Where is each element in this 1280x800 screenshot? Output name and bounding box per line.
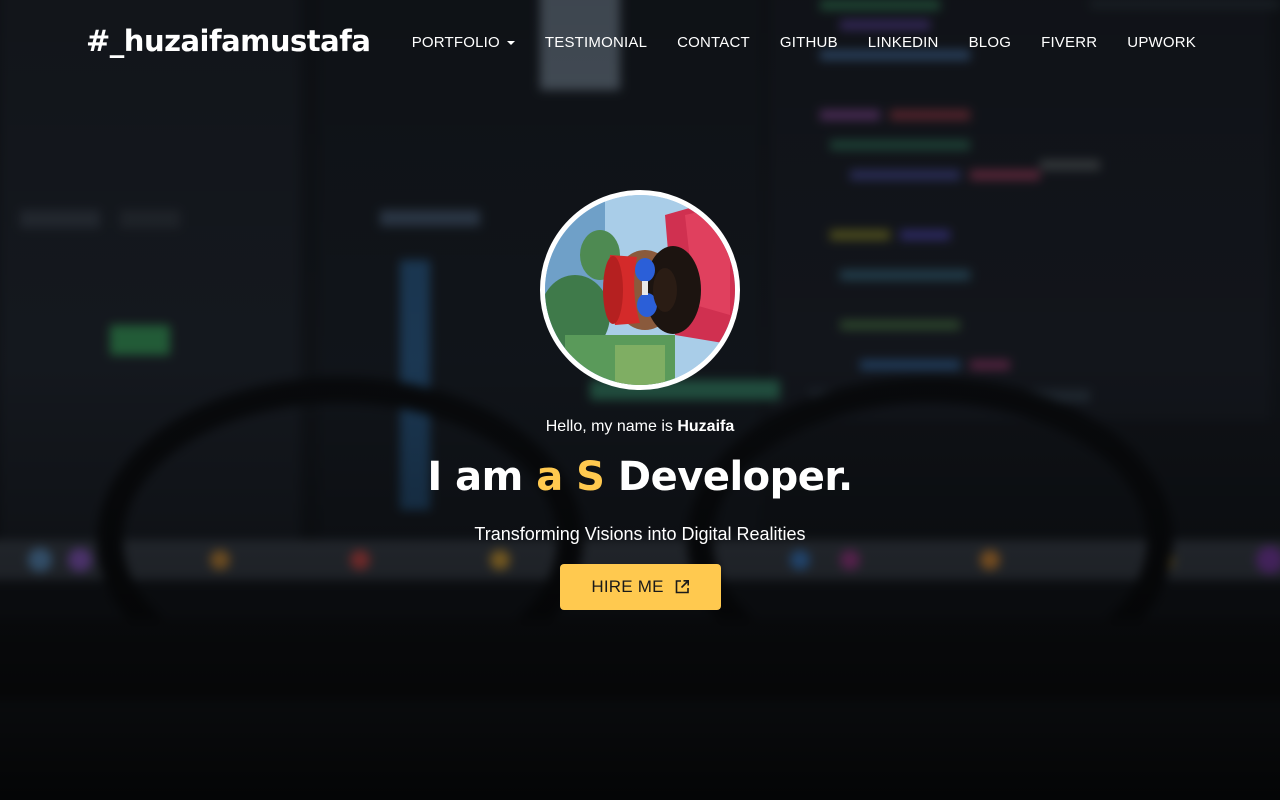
nav-item-blog[interactable]: BLOG [969, 34, 1011, 51]
hire-me-button[interactable]: HIRE ME [560, 564, 721, 610]
hire-me-label: HIRE ME [591, 577, 664, 596]
nav-item-github[interactable]: GITHUB [780, 34, 838, 51]
nav-item-testimonial[interactable]: TESTIMONIAL [545, 34, 647, 51]
nav-item-contact[interactable]: CONTACT [677, 34, 750, 51]
main-nav: PORTFOLIO TESTIMONIAL CONTACT GITHUB LIN… [412, 34, 1196, 51]
nav-item-label: TESTIMONIAL [544, 34, 648, 51]
nav-item-label: GITHUB [779, 34, 838, 51]
nav-item-label: UPWORK [1127, 34, 1196, 51]
headline-prefix: I am [427, 454, 537, 500]
profile-photo [545, 195, 735, 385]
hero-background [0, 0, 1280, 800]
hero-tagline: Transforming Visions into Digital Realit… [474, 524, 806, 544]
nav-item-label: PORTFOLIO [411, 34, 500, 51]
site-logo[interactable]: #_huzaifamustafa [86, 24, 371, 58]
nav-item-label: CONTACT [677, 34, 750, 51]
greeting-text: Hello, my name is Huzaifa [0, 418, 1280, 436]
greeting-name: Huzaifa [677, 418, 735, 435]
greeting-prefix: Hello, my name is [545, 418, 678, 435]
nav-item-upwork[interactable]: UPWORK [1127, 34, 1196, 51]
external-link-icon [675, 580, 689, 594]
nav-item-portfolio[interactable]: PORTFOLIO [412, 34, 515, 51]
nav-item-fiverr[interactable]: FIVERR [1041, 34, 1097, 51]
nav-item-label: BLOG [968, 34, 1012, 51]
profile-avatar [540, 190, 740, 390]
nav-item-label: FIVERR [1041, 34, 1098, 51]
nav-item-label: LINKEDIN [867, 34, 939, 51]
caret-down-icon [506, 40, 515, 45]
headline-typed-text: a S [536, 454, 605, 500]
nav-item-linkedin[interactable]: LINKEDIN [868, 34, 939, 51]
hero-headline: I am a S Developer. [0, 454, 1280, 500]
headline-suffix: Developer. [604, 454, 853, 500]
